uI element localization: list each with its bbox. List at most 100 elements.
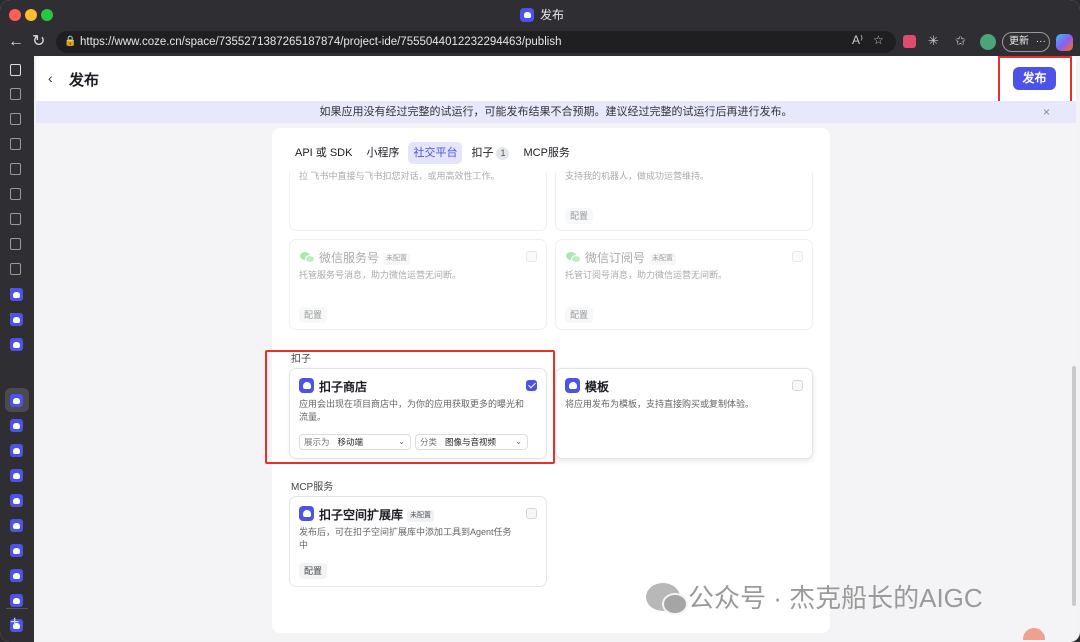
mcp-extension-checkbox[interactable]	[526, 508, 537, 519]
update-label: 更新	[1009, 36, 1029, 47]
favorite-star-icon[interactable]: ☆	[873, 33, 884, 47]
template-title: 模板	[585, 380, 610, 394]
wechat-service-card[interactable]: 微信服务号 未配置 托管服务号消息，助力微信运营无间断。 配置	[289, 239, 547, 330]
sidebar-tab-coze-4[interactable]	[10, 419, 23, 432]
tab-mini-program[interactable]: 小程序	[361, 142, 404, 164]
wechat-service-checkbox[interactable]	[526, 251, 537, 262]
coze-logo-icon	[520, 7, 534, 22]
tab-social-platform[interactable]: 社交平台	[408, 142, 463, 164]
extension-icon[interactable]	[903, 35, 916, 48]
read-aloud-icon[interactable]: A⁾	[852, 33, 863, 47]
back-chevron-icon[interactable]: ‹	[48, 70, 53, 86]
sidebar-tab-page-4[interactable]	[10, 163, 21, 175]
wechat-subscription-card[interactable]: 微信订阅号 未配置 托管订阅号消息，助力微信运营无间断。 配置	[555, 239, 813, 330]
address-bar[interactable]: 🔒 https://www.coze.cn/space/735527138726…	[56, 31, 896, 53]
sidebar-divider	[6, 608, 28, 609]
wechat-service-desc: 托管服务号消息，助力微信运营无间断。	[299, 270, 462, 280]
browser-tab-title: 发布	[540, 8, 565, 22]
sidebar-tab-page-3[interactable]	[10, 138, 21, 150]
tab-kouzi-badge: 1	[496, 147, 510, 160]
sidebar-tab-page-1[interactable]	[10, 88, 21, 100]
sidebar-tab-coze-10[interactable]	[10, 569, 23, 582]
wechat-service-config-button[interactable]: 配置	[299, 307, 328, 323]
sidebar-tab-coze-3[interactable]	[10, 338, 23, 351]
title-bar: 发布	[0, 0, 1080, 28]
sidebar-tab-coze-5[interactable]	[10, 444, 23, 457]
mcp-extension-card[interactable]: 扣子空间扩展库 未配置 发布后，可在扣子空间扩展库中添加工具到Agent任务中 配…	[289, 496, 547, 587]
floating-assistant-avatar[interactable]	[1023, 628, 1045, 640]
sidebar-tab-page-2[interactable]	[10, 113, 21, 125]
profile-avatar[interactable]	[980, 34, 996, 50]
banner-text: 如果应用没有经过完整的试运行，可能发布结果不合预期。建议经过完整的试运行后再进行…	[319, 106, 793, 118]
copilot-icon[interactable]	[1056, 34, 1073, 51]
new-tab-plus-icon[interactable]: +	[10, 614, 19, 632]
browser-toolbar: ← ↻ 🔒 https://www.coze.cn/space/73552713…	[0, 28, 1080, 56]
sidebar-tab-coze-1[interactable]	[10, 288, 23, 301]
sidebar-tab-coze-11[interactable]	[10, 594, 23, 607]
publish-page: ‹ 发布 发布 如果应用没有经过完整的试运行，可能发布结果不合预期。建议经过完整…	[36, 56, 1076, 640]
sidebar-tab-page-6[interactable]	[10, 213, 21, 225]
tab-panel-icon[interactable]	[10, 64, 21, 76]
page-scrollbar[interactable]	[1072, 366, 1076, 606]
template-icon	[565, 378, 580, 393]
wechat-watermark-icon	[646, 582, 688, 615]
browser-window: 发布 ← ↻ 🔒 https://www.coze.cn/space/73552…	[0, 0, 1080, 642]
page-title: 发布	[69, 72, 100, 89]
template-desc: 将应用发布为模板，支持直接购买或复制体验。	[565, 399, 755, 409]
wechat-subscription-title: 微信订阅号 未配置	[585, 249, 677, 266]
more-dots-icon: ···	[1035, 36, 1046, 47]
maximize-window-button[interactable]	[41, 9, 53, 21]
status-badge: 未配置	[649, 252, 677, 265]
page-header: ‹ 发布 发布	[36, 56, 1076, 109]
browser-tab[interactable]: 发布	[520, 6, 564, 23]
close-window-button[interactable]	[9, 9, 21, 21]
sidebar-tab-coze-6[interactable]	[10, 469, 23, 482]
status-badge: 未配置	[383, 252, 411, 265]
coze-space-icon	[299, 506, 314, 521]
mcp-extension-title: 扣子空间扩展库 未配置	[319, 506, 435, 523]
social-card-cut-left: 拉 飞书中直接与飞书扣您对话，或用高效性工作。	[289, 171, 547, 231]
template-checkbox[interactable]	[792, 380, 803, 391]
section-label-mcp: MCP服务	[291, 482, 334, 493]
url-text: https://www.coze.cn/space/73552713872651…	[80, 36, 562, 48]
mcp-extension-config-button[interactable]: 配置	[299, 563, 328, 579]
sidebar-tab-page-5[interactable]	[10, 188, 21, 200]
sidebar-tab-page-7[interactable]	[10, 238, 21, 250]
publish-tabs: API 或 SDK 小程序 社交平台 扣子 1 MCP服务	[290, 142, 575, 164]
wechat-subscription-config-button[interactable]: 配置	[565, 307, 594, 323]
minimize-window-button[interactable]	[25, 9, 37, 21]
status-badge: 未配置	[407, 509, 435, 522]
template-card[interactable]: 模板 将应用发布为模板，支持直接购买或复制体验。	[555, 368, 813, 459]
wechat-service-title: 微信服务号 未配置	[319, 249, 411, 266]
social-card-cut-left-desc: 拉 飞书中直接与飞书扣您对话，或用高效性工作。	[299, 171, 500, 181]
mcp-extension-desc: 发布后，可在扣子空间扩展库中添加工具到Agent任务中	[299, 527, 512, 550]
update-button[interactable]: 更新 ···	[1002, 32, 1050, 52]
favorites-icon[interactable]: ✩	[955, 33, 966, 49]
config-button[interactable]: 配置	[565, 208, 594, 224]
sidebar-tab-coze-8[interactable]	[10, 519, 23, 532]
tab-kouzi-label: 扣子	[471, 147, 494, 159]
wechat-subscription-desc: 托管订阅号消息，助力微信运营无间断。	[565, 270, 728, 280]
sidebar-tab-coze-2[interactable]	[10, 313, 23, 326]
sidebar-tab-page-8[interactable]	[10, 263, 21, 275]
back-arrow-icon[interactable]: ←	[8, 32, 24, 52]
tab-api-sdk[interactable]: API 或 SDK	[290, 142, 357, 164]
banner-close-icon[interactable]: ×	[1043, 101, 1050, 123]
social-card-cut-right: 支持我的机器人，做成功运营维持。 配置	[555, 171, 813, 231]
sidebar-tab-coze-7[interactable]	[10, 494, 23, 507]
watermark-text: 公众号 · 杰克船长的AIGC	[688, 583, 983, 613]
wechat-icon	[299, 249, 315, 264]
kouzi-store-highlight-box	[265, 350, 555, 464]
tab-kouzi[interactable]: 扣子 1	[466, 142, 514, 164]
sidebar-tab-coze-9[interactable]	[10, 544, 23, 557]
wechat-icon	[565, 249, 581, 264]
watermark: 公众号 · 杰克船长的AIGC	[646, 578, 983, 615]
warning-banner: 如果应用没有经过完整的试运行，可能发布结果不合预期。建议经过完整的试运行后再进行…	[36, 101, 1076, 123]
tab-mcp-service[interactable]: MCP服务	[518, 142, 574, 164]
puzzle-extensions-icon[interactable]: ✳	[928, 33, 939, 49]
browser-vertical-tabs: +	[0, 56, 34, 642]
social-card-cut-right-desc: 支持我的机器人，做成功运营维持。	[565, 171, 710, 181]
reload-icon[interactable]: ↻	[32, 32, 45, 52]
sidebar-tab-coze-active[interactable]	[10, 394, 23, 407]
wechat-subscription-checkbox[interactable]	[792, 251, 803, 262]
